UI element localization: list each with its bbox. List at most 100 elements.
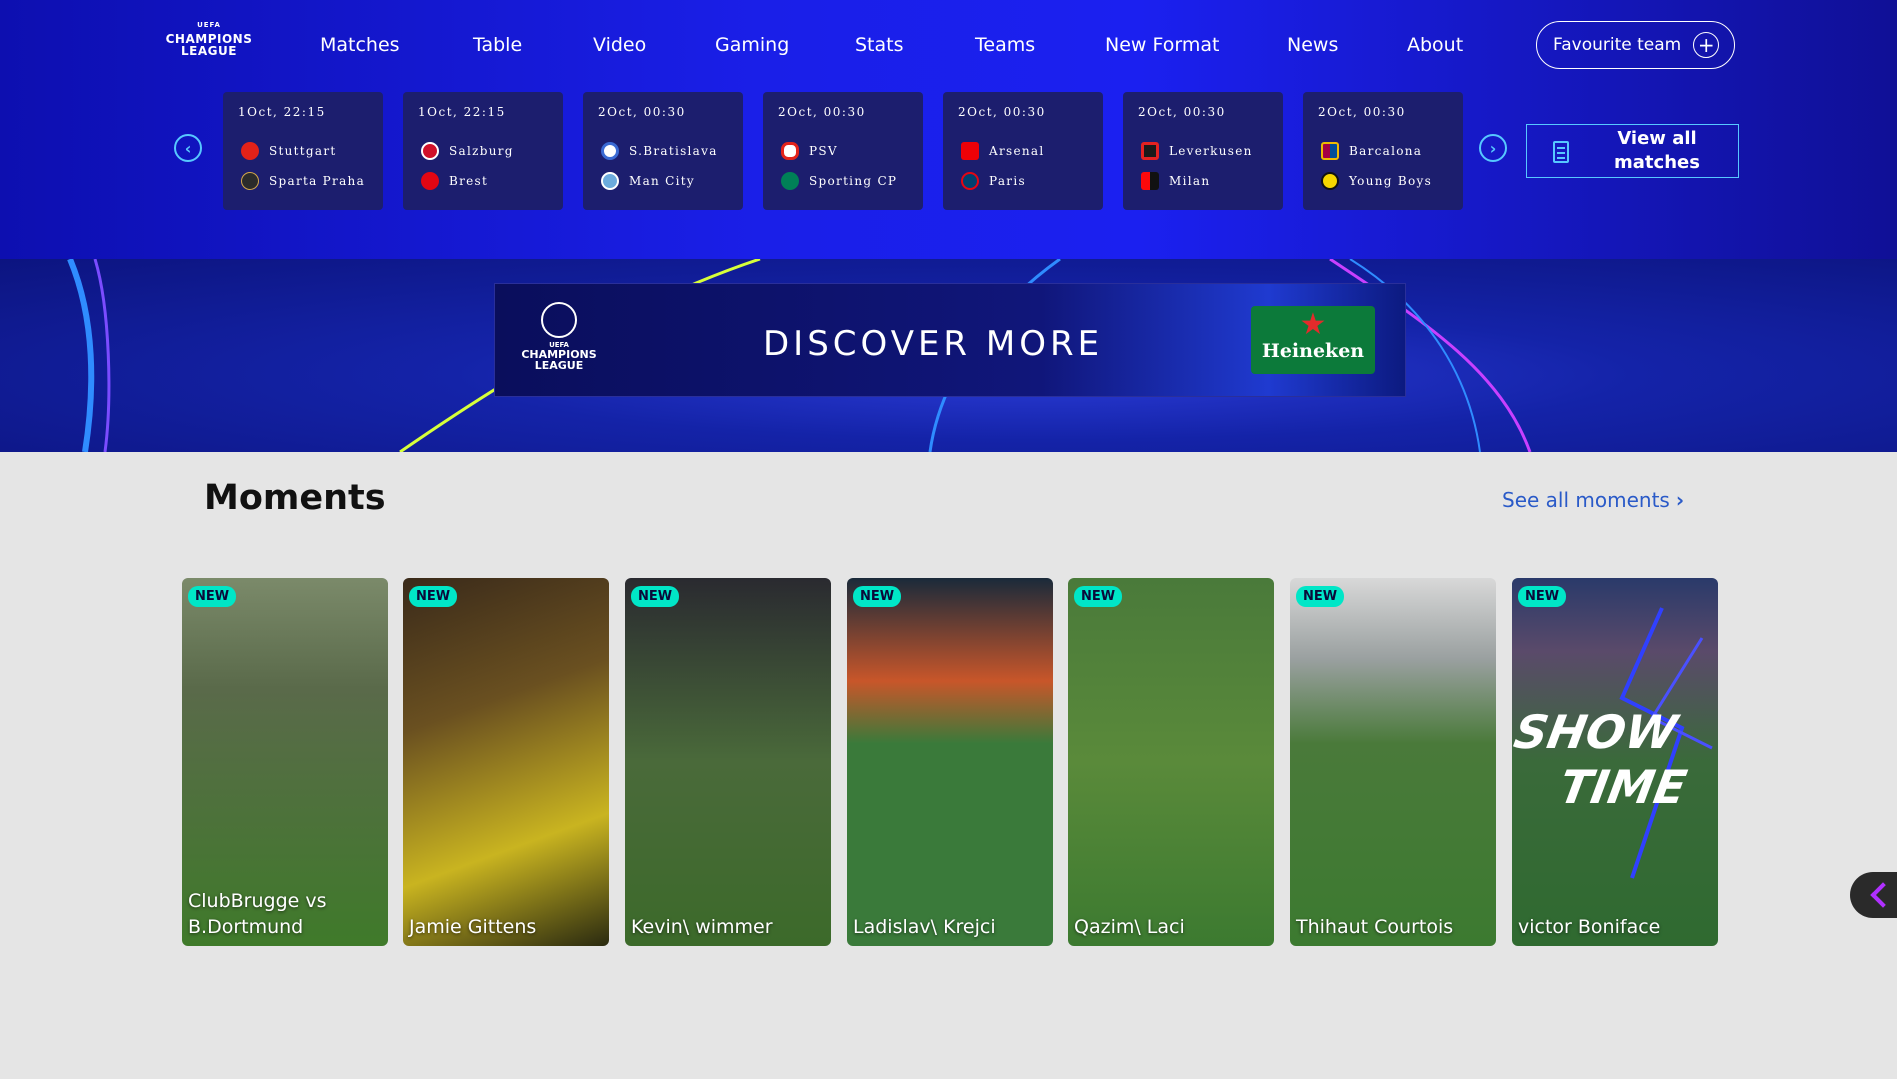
match-card[interactable]: 1Oct, 22:15 Stuttgart Sparta Praha [223,92,383,210]
see-all-label: See all moments [1502,488,1670,512]
new-badge: NEW [631,586,680,607]
moment-card[interactable]: NEW Jamie Gittens [403,578,609,946]
chevron-left-icon: ‹ [184,138,192,158]
nav-teams[interactable]: Teams [975,34,1035,56]
team-crest-icon [601,172,619,190]
nav-stats[interactable]: Stats [855,34,904,56]
team-crest-icon [601,142,619,160]
moment-thumbnail [847,578,1053,946]
matches-next-button[interactable]: › [1479,134,1507,162]
home-team-name: Barcalona [1349,144,1423,158]
match-card[interactable]: 1Oct, 22:15 Salzburg Brest [403,92,563,210]
away-team-name: Milan [1169,174,1211,188]
moment-label: Jamie Gittens [409,916,537,938]
match-card[interactable]: 2Oct, 00:30 Barcalona Young Boys [1303,92,1463,210]
new-badge: NEW [1296,586,1345,607]
match-card[interactable]: 2Oct, 00:30 S.Bratislava Man City [583,92,743,210]
svg-text:TIME: TIME [1555,760,1690,814]
team-crest-icon [781,172,799,190]
view-all-line-2: matches [1614,152,1700,173]
team-crest-icon [421,142,439,160]
show-time-graphic: SHOW TIME [1512,607,1713,879]
away-team-name: Sparta Praha [269,174,366,188]
moment-thumbnail [1068,578,1274,946]
svg-text:SHOW: SHOW [1512,705,1683,759]
chevron-right-icon: › [1675,488,1685,512]
nav-gaming[interactable]: Gaming [715,34,789,56]
favourite-team-button[interactable]: Favourite team + [1536,21,1735,69]
match-card[interactable]: 2Oct, 00:30 PSV Sporting CP [763,92,923,210]
moment-thumbnail [1290,578,1496,946]
home-team: Leverkusen [1141,142,1253,160]
away-team: Brest [421,172,488,190]
top-header: UEFA CHAMPIONS LEAGUE Matches Table Vide… [0,0,1897,259]
moment-card[interactable]: NEW Kevin\ wimmer [625,578,831,946]
plus-icon: + [1693,32,1720,58]
nav-matches[interactable]: Matches [320,34,400,56]
nav-table[interactable]: Table [473,34,522,56]
match-date: 2Oct, 00:30 [1138,105,1226,119]
ad-logo-line-2: LEAGUE [534,359,584,372]
moment-card[interactable]: NEW Ladislav\ Krejci [847,578,1053,946]
home-team-name: S.Bratislava [629,144,718,158]
new-badge: NEW [853,586,902,607]
ad-champions-league-logo: UEFA CHAMPIONS LEAGUE [519,302,599,371]
logo-uefa-text: UEFA [197,21,221,29]
home-team: Salzburg [421,142,514,160]
away-team-name: Paris [989,174,1026,188]
nav-about[interactable]: About [1407,34,1463,56]
moment-label: Thihaut Courtois [1296,916,1454,938]
moments-title: Moments [204,478,386,518]
moment-card[interactable]: NEW Qazim\ Laci [1068,578,1274,946]
red-star-icon: ★ [1299,307,1327,342]
home-team-name: Arsenal [989,144,1045,158]
home-team: PSV [781,142,838,160]
match-card[interactable]: 2Oct, 00:30 Arsenal Paris [943,92,1103,210]
moment-thumbnail [625,578,831,946]
away-team: Paris [961,172,1026,190]
favourite-team-label: Favourite team [1553,35,1682,55]
moment-thumbnail [403,578,609,946]
ad-headline: DISCOVER MORE [763,324,1104,364]
moment-card[interactable]: NEW ClubBrugge vs B.Dortmund [182,578,388,946]
away-team-name: Sporting CP [809,174,898,188]
new-badge: NEW [1074,586,1123,607]
see-all-moments-link[interactable]: See all moments › [1502,488,1684,512]
home-team-name: Salzburg [449,144,514,158]
match-card[interactable]: 2Oct, 00:30 Leverkusen Milan [1123,92,1283,210]
away-team: Sporting CP [781,172,897,190]
home-team-name: Stuttgart [269,144,337,158]
away-team-name: Brest [449,174,489,188]
nav-video[interactable]: Video [593,34,646,56]
nav-news[interactable]: News [1287,34,1338,56]
moment-label: Ladislav\ Krejci [853,916,996,938]
moment-card[interactable]: SHOW TIME NEW victor Boniface [1512,578,1718,946]
home-team-name: Leverkusen [1169,144,1253,158]
moment-label: ClubBrugge vs B.Dortmund [188,890,327,938]
moment-label: victor Boniface [1518,916,1661,938]
team-crest-icon [781,142,799,160]
team-crest-icon [241,142,259,160]
match-date: 1Oct, 22:15 [238,105,326,119]
new-badge: NEW [188,586,237,607]
match-date: 2Oct, 00:30 [1318,105,1406,119]
moment-card[interactable]: NEW Thihaut Courtois [1290,578,1496,946]
match-date: 1Oct, 22:15 [418,105,506,119]
matches-prev-button[interactable]: ‹ [174,134,202,162]
away-team-name: Young Boys [1349,174,1433,188]
view-all-matches-button[interactable]: View all matches [1526,124,1739,178]
away-team: Young Boys [1321,172,1432,190]
team-crest-icon [1141,142,1159,160]
away-team: Milan [1141,172,1210,190]
team-crest-icon [961,172,979,190]
nav-new-format[interactable]: New Format [1105,34,1219,56]
chevron-left-icon [1870,882,1896,908]
away-team: Man City [601,172,695,190]
home-team: Stuttgart [241,142,337,160]
new-badge: NEW [1518,586,1567,607]
sponsor-name: Heineken [1261,340,1365,362]
heineken-logo: ★ Heineken [1251,306,1375,374]
away-team: Sparta Praha [241,172,365,190]
discover-more-ad[interactable]: UEFA CHAMPIONS LEAGUE DISCOVER MORE ★ He… [494,283,1406,397]
side-panel-toggle[interactable] [1850,872,1897,918]
